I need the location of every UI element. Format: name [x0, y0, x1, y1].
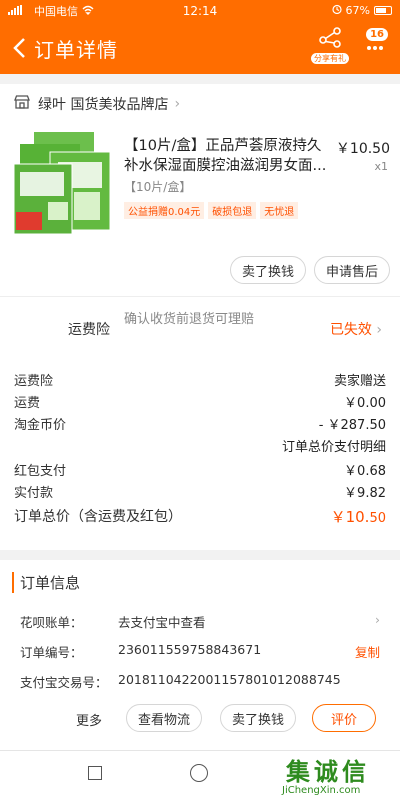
watermark-url: JiChengXin.com — [282, 785, 361, 796]
message-badge: 16 — [366, 28, 388, 41]
back-arrow-icon[interactable] — [6, 35, 32, 61]
insurance-status: 已失效 › — [329, 322, 382, 338]
watermark: 集诚信 JiChengXin.com — [272, 751, 392, 800]
sell-button[interactable]: 卖了换钱 — [220, 704, 297, 732]
product-quantity: x1 — [374, 160, 388, 173]
order-actions: 更多 查看物流 卖了换钱 评价 — [0, 700, 400, 740]
system-nav-bar: 集诚信 JiChengXin.com — [0, 750, 400, 800]
total-row: 订单总价（含运费及红包） ￥10.50 — [14, 508, 386, 526]
view-logistics-button[interactable]: 查看物流 — [126, 704, 203, 732]
huabei-row[interactable]: 花呗账单： 去支付宝中查看 › — [20, 612, 380, 632]
top-bar: 中国电信 12:14 67% 订单详情 分享有礼 16 — [0, 0, 400, 74]
share-tag: 分享有礼 — [311, 53, 349, 64]
service-tag: 公益捐赠0.04元 — [124, 202, 205, 219]
home-icon[interactable] — [190, 764, 208, 782]
recent-apps-icon[interactable] — [88, 766, 102, 780]
service-tag: 破损包退 — [208, 202, 257, 219]
watermark-logo: 集诚信 — [286, 758, 370, 786]
shop-icon — [14, 95, 30, 113]
fee-row: 红包支付 ￥0.68 — [14, 464, 386, 479]
product-price: ￥10.50 — [335, 141, 390, 157]
page-title: 订单详情 — [34, 37, 118, 62]
battery-icon — [374, 6, 392, 15]
freight-insurance-row[interactable]: 运费险 确认收货前退货可理赔 已失效 › — [0, 296, 400, 360]
share-icon — [318, 26, 342, 52]
messages-button[interactable]: 16 — [360, 28, 390, 58]
chevron-right-icon: › — [375, 612, 380, 627]
service-tags: 公益捐赠0.04元 破损包退 无忧退 — [124, 202, 299, 219]
product-actions: 卖了换钱 申请售后 — [229, 256, 390, 284]
shop-row[interactable]: 绿叶 国货美妆品牌店 › — [0, 84, 400, 124]
fee-row: 淘金币价 - ￥287.50 — [14, 418, 386, 433]
signal-icon — [8, 4, 30, 18]
carrier-name: 中国电信 — [34, 5, 78, 18]
product-spec: 【10片/盒】 — [124, 180, 192, 194]
order-info-title: 订单信息 — [12, 572, 80, 593]
copy-button[interactable]: 复制 — [355, 642, 380, 661]
sell-button[interactable]: 卖了换钱 — [229, 256, 306, 284]
fee-row: 运费 ￥0.00 — [14, 396, 386, 411]
insurance-desc: 确认收货前退货可理赔 — [124, 312, 255, 327]
chevron-right-icon: › — [174, 96, 181, 112]
fee-row: 运费险 卖家赠送 — [14, 374, 386, 389]
chevron-right-icon: › — [376, 322, 382, 338]
alipay-trade-row: 支付宝交易号： 2018110422001157801012088745 — [20, 672, 341, 690]
status-time: 12:14 — [182, 4, 218, 18]
fee-row: 实付款 ￥9.82 — [14, 486, 386, 501]
order-number-row: 订单编号： 2360115597588436​71 复制 — [20, 642, 380, 661]
total-price: ￥10.50 — [330, 508, 386, 526]
battery-percent: 67% — [345, 4, 370, 17]
nav-bar: 订单详情 分享有礼 16 — [0, 22, 400, 74]
payment-breakdown-link[interactable]: 订单总价支付明细 — [14, 436, 386, 456]
after-sale-button[interactable]: 申请售后 — [313, 256, 390, 284]
shop-name: 绿叶 国货美妆品牌店 — [38, 97, 169, 113]
insurance-label: 运费险 — [68, 322, 110, 338]
product-title[interactable]: 【10片/盒】正品芦荟原液持久补水保湿面膜控油滋润男女面... — [124, 136, 329, 176]
more-button[interactable]: 更多 — [76, 710, 102, 729]
service-tag: 无忧退 — [260, 202, 299, 219]
review-button[interactable]: 评价 — [312, 704, 377, 732]
alarm-icon — [331, 4, 342, 17]
share-button[interactable]: 分享有礼 — [310, 26, 350, 66]
product-image[interactable] — [12, 130, 116, 238]
order-card: 绿叶 国货美妆品牌店 › 【10片/盒】正品芦荟原液持久补水保湿面膜控油滋润男女… — [0, 84, 400, 550]
wifi-icon — [82, 5, 94, 18]
status-bar: 中国电信 12:14 67% — [0, 0, 400, 22]
